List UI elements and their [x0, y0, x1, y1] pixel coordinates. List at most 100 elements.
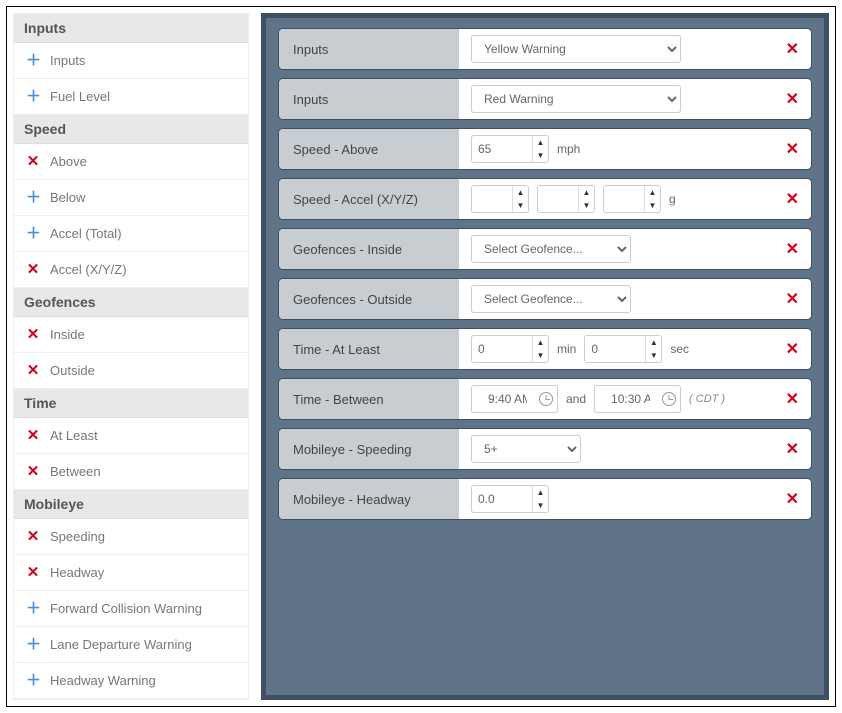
accel-x-input[interactable]: ▲▼: [471, 185, 529, 213]
accel-y-field[interactable]: [538, 186, 578, 212]
accel-z-input[interactable]: ▲▼: [603, 185, 661, 213]
sidebar-item[interactable]: ＋Below: [14, 180, 248, 216]
sidebar-item[interactable]: ✕Accel (X/Y/Z): [14, 252, 248, 288]
row-label: Time - Between: [279, 379, 459, 419]
sidebar-item[interactable]: ＋ Fuel Level: [14, 79, 248, 115]
spinner-buttons[interactable]: ▲▼: [512, 186, 528, 212]
sidebar-item[interactable]: ✕ At Least: [14, 418, 248, 454]
seconds-field[interactable]: [585, 336, 645, 362]
sidebar-item-label: Above: [50, 154, 87, 169]
remove-icon[interactable]: ✕: [786, 39, 799, 59]
plus-icon: ＋: [26, 601, 40, 616]
x-icon: ✕: [26, 428, 40, 443]
geofence-select[interactable]: Select Geofence...: [471, 235, 631, 263]
seconds-input[interactable]: ▲▼: [584, 335, 662, 363]
row-mobileye-speeding: Mobileye - Speeding 5+ ✕: [278, 428, 812, 470]
row-speed-above: Speed - Above ▲▼ mph ✕: [278, 128, 812, 170]
clock-icon[interactable]: [539, 392, 553, 406]
sidebar-item[interactable]: ✕Outside: [14, 353, 248, 389]
speed-value-field[interactable]: [472, 136, 532, 162]
clock-icon[interactable]: [662, 392, 676, 406]
sidebar-header: Time: [14, 389, 248, 418]
row-geofence-outside: Geofences - Outside Select Geofence... ✕: [278, 278, 812, 320]
sidebar: Inputs＋Inputs＋Fuel LevelSpeed✕Above＋Belo…: [13, 13, 249, 700]
sidebar-item-label: Forward Collision Warning: [50, 601, 202, 616]
sidebar-item[interactable]: ＋Inputs: [14, 43, 248, 79]
row-body: ▲▼ ✕: [459, 479, 811, 519]
x-icon: ✕: [26, 262, 40, 277]
geofence-select[interactable]: Select Geofence...: [471, 285, 631, 313]
spinner-buttons[interactable]: ▲▼: [578, 186, 594, 212]
row-speed-accel: Speed - Accel (X/Y/Z) ▲▼ ▲▼ ▲▼ g ✕: [278, 178, 812, 220]
minutes-field[interactable]: [472, 336, 532, 362]
remove-icon[interactable]: ✕: [786, 239, 799, 259]
sidebar-item[interactable]: ✕ Above: [14, 144, 248, 180]
row-body: and ( CDT ) ✕: [459, 379, 811, 419]
spinner-buttons[interactable]: ▲▼: [532, 486, 548, 512]
spinner-buttons[interactable]: ▲▼: [645, 336, 661, 362]
row-body: 5+ ✕: [459, 429, 811, 469]
spinner-buttons[interactable]: ▲▼: [532, 336, 548, 362]
x-icon: ✕: [26, 464, 40, 479]
time-to-field[interactable]: [603, 387, 658, 411]
sidebar-header: Mobileye: [14, 490, 248, 519]
remove-icon[interactable]: ✕: [786, 489, 799, 509]
conditions-panel: Inputs Yellow Warning ✕ Inputs Red Warni…: [261, 13, 829, 700]
row-label: Speed - Accel (X/Y/Z): [279, 179, 459, 219]
sidebar-item[interactable]: ＋Accel (Total): [14, 216, 248, 252]
remove-icon[interactable]: ✕: [786, 89, 799, 109]
inputs-select[interactable]: Red Warning: [471, 85, 681, 113]
sidebar-item-label: Inside: [50, 327, 85, 342]
accel-x-field[interactable]: [472, 186, 512, 212]
sidebar-header: Geofences: [14, 288, 248, 317]
unit-label: mph: [557, 142, 580, 156]
sidebar-item[interactable]: ✕Speeding: [14, 519, 248, 555]
sidebar-item-label: Speeding: [50, 529, 105, 544]
spinner-buttons[interactable]: ▲▼: [532, 136, 548, 162]
spinner-buttons[interactable]: ▲▼: [644, 186, 660, 212]
row-label: Inputs: [279, 29, 459, 69]
sidebar-item-label: Between: [50, 464, 101, 479]
accel-z-field[interactable]: [604, 186, 644, 212]
remove-icon[interactable]: ✕: [786, 189, 799, 209]
sidebar-item-label: Fuel Level: [50, 89, 110, 104]
sidebar-item-label: At Least: [50, 428, 98, 443]
sidebar-item[interactable]: ✕ Between: [14, 454, 248, 490]
remove-icon[interactable]: ✕: [786, 439, 799, 459]
remove-icon[interactable]: ✕: [786, 389, 799, 409]
sidebar-item-label: Headway Warning: [50, 673, 156, 688]
sidebar-item[interactable]: ＋Headway Warning: [14, 663, 248, 699]
x-icon: ✕: [26, 565, 40, 580]
accel-y-input[interactable]: ▲▼: [537, 185, 595, 213]
plus-icon: ＋: [26, 89, 40, 104]
sidebar-item[interactable]: ＋ Forward Collision Warning: [14, 591, 248, 627]
row-body: ▲▼ mph ✕: [459, 129, 811, 169]
time-from-field[interactable]: [480, 387, 535, 411]
row-time-atleast: Time - At Least ▲▼ min ▲▼ sec ✕: [278, 328, 812, 370]
x-icon: ✕: [26, 154, 40, 169]
row-body: ▲▼ ▲▼ ▲▼ g ✕: [459, 179, 811, 219]
row-label: Speed - Above: [279, 129, 459, 169]
row-label: Time - At Least: [279, 329, 459, 369]
row-label: Geofences - Inside: [279, 229, 459, 269]
speed-value-input[interactable]: ▲▼: [471, 135, 549, 163]
time-from-input[interactable]: [471, 385, 558, 413]
sec-unit: sec: [670, 342, 689, 356]
remove-icon[interactable]: ✕: [786, 339, 799, 359]
unit-label: g: [669, 192, 676, 206]
inputs-select[interactable]: Yellow Warning: [471, 35, 681, 63]
speeding-select[interactable]: 5+: [471, 435, 581, 463]
plus-icon: ＋: [26, 226, 40, 241]
and-label: and: [566, 392, 586, 406]
row-label: Mobileye - Speeding: [279, 429, 459, 469]
remove-icon[interactable]: ✕: [786, 139, 799, 159]
sidebar-item[interactable]: ✕Headway: [14, 555, 248, 591]
sidebar-item[interactable]: ＋Lane Departure Warning: [14, 627, 248, 663]
minutes-input[interactable]: ▲▼: [471, 335, 549, 363]
headway-input[interactable]: ▲▼: [471, 485, 549, 513]
remove-icon[interactable]: ✕: [786, 289, 799, 309]
row-body: Yellow Warning ✕: [459, 29, 811, 69]
sidebar-item[interactable]: ✕Inside: [14, 317, 248, 353]
time-to-input[interactable]: [594, 385, 681, 413]
headway-field[interactable]: [472, 486, 532, 512]
